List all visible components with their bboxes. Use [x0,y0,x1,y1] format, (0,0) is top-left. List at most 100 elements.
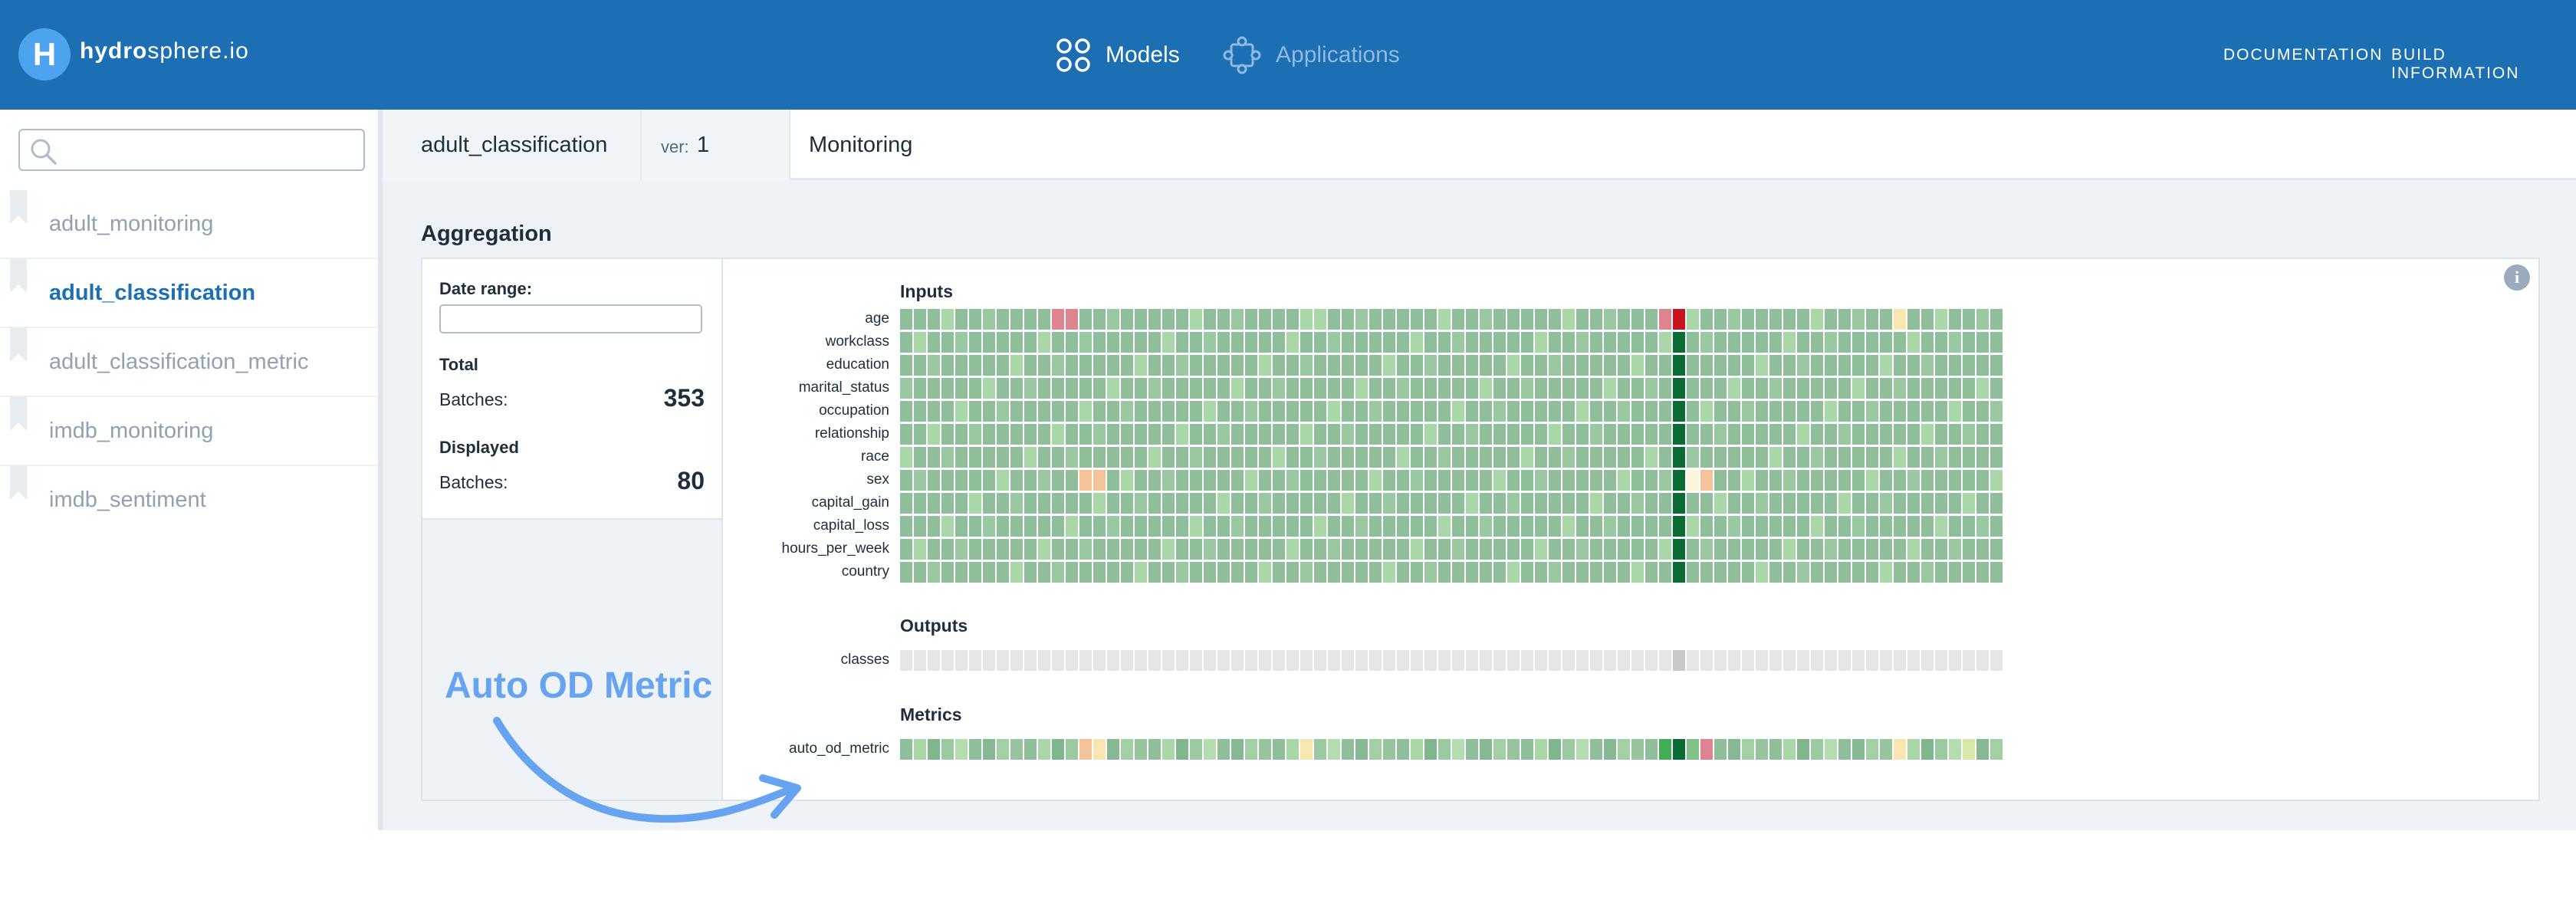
heatmap-cell[interactable] [1093,447,1106,468]
heatmap-cell[interactable] [1894,401,1906,422]
heatmap-cell[interactable] [1562,493,1575,514]
heatmap-cell[interactable] [928,562,940,583]
heatmap-cell[interactable] [1066,470,1078,491]
heatmap-cell[interactable] [1714,309,1727,330]
heatmap-cell[interactable] [1700,309,1713,330]
heatmap-cell[interactable] [1673,424,1685,445]
heatmap-cell[interactable] [1783,309,1796,330]
heatmap-cell[interactable] [1659,539,1671,560]
heatmap-cell[interactable] [1121,493,1133,514]
heatmap-cell[interactable] [1480,355,1492,376]
heatmap-cell[interactable] [1314,539,1326,560]
heatmap-cell[interactable] [1825,650,1837,671]
heatmap-cell[interactable] [941,516,954,537]
heatmap-cell[interactable] [1590,539,1602,560]
heatmap-cell[interactable] [1383,516,1395,537]
heatmap-cell[interactable] [1480,650,1492,671]
heatmap-cell[interactable] [1631,447,1644,468]
heatmap-cell[interactable] [1411,516,1423,537]
heatmap-cell[interactable] [1645,401,1658,422]
heatmap-cell[interactable] [1535,739,1547,760]
heatmap-cell[interactable] [1949,401,1961,422]
heatmap-cell[interactable] [1797,447,1809,468]
heatmap-cell[interactable] [1217,424,1230,445]
heatmap-cell[interactable] [1135,470,1147,491]
heatmap-cell[interactable] [1769,516,1782,537]
heatmap-cell[interactable] [1217,562,1230,583]
heatmap-cell[interactable] [1507,516,1520,537]
heatmap-cell[interactable] [928,516,940,537]
heatmap-cell[interactable] [1562,562,1575,583]
heatmap-cell[interactable] [1397,539,1409,560]
heatmap-cell[interactable] [1728,378,1740,399]
heatmap-cell[interactable] [1521,447,1533,468]
heatmap-cell[interactable] [1438,650,1451,671]
heatmap-cell[interactable] [1480,424,1492,445]
heatmap-cell[interactable] [1976,516,1989,537]
heatmap-cell[interactable] [1590,424,1602,445]
heatmap-cell[interactable] [1728,447,1740,468]
heatmap-cell[interactable] [1576,332,1589,353]
heatmap-cell[interactable] [1424,516,1437,537]
heatmap-cell[interactable] [1328,401,1340,422]
heatmap-cell[interactable] [1562,378,1575,399]
heatmap-cell[interactable] [1866,355,1878,376]
heatmap-cell[interactable] [1907,562,1920,583]
heatmap-cell[interactable] [1797,650,1809,671]
heatmap-cell[interactable] [1135,539,1147,560]
heatmap-cell[interactable] [1328,739,1340,760]
heatmap-cell[interactable] [1480,562,1492,583]
heatmap-cell[interactable] [1714,401,1727,422]
heatmap-cell[interactable] [1963,355,1975,376]
heatmap-cell[interactable] [1024,309,1037,330]
heatmap-cell[interactable] [1687,424,1699,445]
heatmap-cell[interactable] [1935,401,1947,422]
heatmap-cell[interactable] [1631,332,1644,353]
heatmap-cell[interactable] [1355,516,1368,537]
sidebar-item-adult-classification[interactable]: adult_classification [0,259,378,328]
heatmap-cell[interactable] [983,493,995,514]
heatmap-cell[interactable] [1217,401,1230,422]
heatmap-cell[interactable] [1769,739,1782,760]
heatmap-cell[interactable] [1714,332,1727,353]
heatmap-cell[interactable] [1659,650,1671,671]
heatmap-cell[interactable] [1907,516,1920,537]
heatmap-cell[interactable] [1576,516,1589,537]
heatmap-cell[interactable] [1604,378,1616,399]
heatmap-cell[interactable] [1217,332,1230,353]
heatmap-cell[interactable] [1673,355,1685,376]
heatmap-cell[interactable] [1024,332,1037,353]
heatmap-cell[interactable] [1176,650,1188,671]
heatmap-cell[interactable] [928,739,940,760]
heatmap-cell[interactable] [1480,447,1492,468]
heatmap-cell[interactable] [955,378,968,399]
heatmap-cell[interactable] [1894,650,1906,671]
heatmap-cell[interactable] [1079,424,1092,445]
heatmap-cell[interactable] [1880,516,1892,537]
heatmap-cell[interactable] [997,447,1009,468]
heatmap-cell[interactable] [1549,493,1561,514]
heatmap-cell[interactable] [1355,401,1368,422]
heatmap-cell[interactable] [1797,516,1809,537]
heatmap-cell[interactable] [1576,650,1589,671]
heatmap-cell[interactable] [1769,332,1782,353]
heatmap-cell[interactable] [997,424,1009,445]
heatmap-cell[interactable] [1452,332,1464,353]
heatmap-cell[interactable] [1231,493,1244,514]
heatmap-cell[interactable] [1687,378,1699,399]
heatmap-cell[interactable] [1838,539,1851,560]
heatmap-cell[interactable] [1452,562,1464,583]
heatmap-cell[interactable] [1769,562,1782,583]
heatmap-cell[interactable] [1245,332,1257,353]
heatmap-cell[interactable] [1121,424,1133,445]
heatmap-cell[interactable] [1963,401,1975,422]
heatmap-cell[interactable] [1687,355,1699,376]
heatmap-cell[interactable] [1880,355,1892,376]
heatmap-cell[interactable] [1990,739,2003,760]
heatmap-cell[interactable] [1507,539,1520,560]
heatmap-cell[interactable] [1010,355,1023,376]
heatmap-cell[interactable] [1838,739,1851,760]
heatmap-cell[interactable] [1618,401,1630,422]
heatmap-cell[interactable] [1562,539,1575,560]
heatmap-cell[interactable] [1079,493,1092,514]
